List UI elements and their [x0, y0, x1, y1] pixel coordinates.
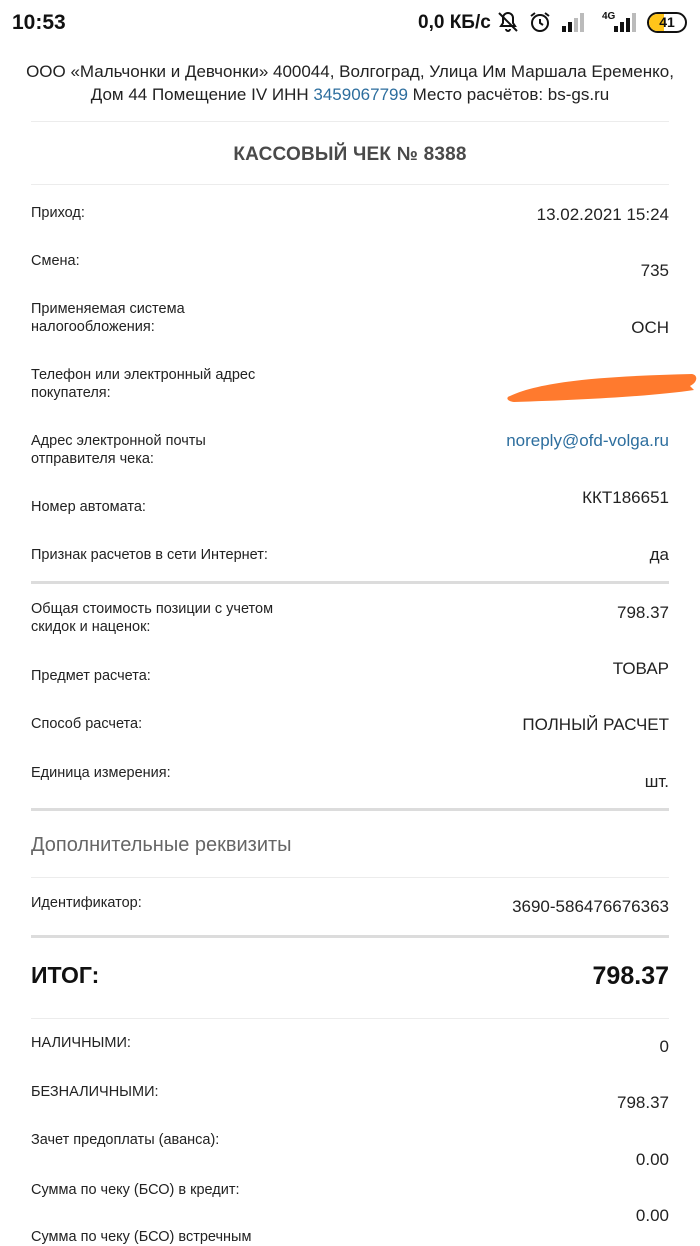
detail-value-shift: 735: [640, 261, 669, 280]
divider: [31, 935, 669, 938]
total-value: 798.37: [592, 962, 669, 990]
battery-icon: 41: [647, 12, 687, 33]
divider: [31, 1018, 669, 1019]
item-value-method: ПОЛНЫЙ РАСЧЕТ: [522, 715, 669, 734]
battery-level: 41: [659, 14, 675, 30]
inn-link[interactable]: 3459067799: [313, 85, 408, 104]
detail-label-kkt-number: Номер автомата:: [31, 499, 146, 515]
detail-label-internet: Признак расчетов в сети Интернет:: [31, 547, 268, 563]
receipt-title: КАССОВЫЙ ЧЕК № 8388: [233, 144, 467, 165]
item-value-subject: ТОВАР: [612, 659, 669, 678]
payment-label-cashless: БЕЗНАЛИЧНЫМИ:: [31, 1084, 159, 1100]
payment-value-prepayment: 0.00: [635, 1150, 669, 1169]
status-bar: 10:53 0,0 КБ/с 4G 41: [0, 0, 700, 48]
status-time: 10:53: [12, 11, 66, 34]
identifier-label: Идентификатор:: [31, 895, 142, 911]
payment-label-credit: Сумма по чеку (БСО) в кредит:: [31, 1182, 240, 1198]
item-label-subject: Предмет расчета:: [31, 668, 151, 684]
detail-value-date: 13.02.2021 15:24: [536, 205, 669, 224]
payment-value-credit: 0.00: [635, 1206, 669, 1225]
detail-label-buyer-contact: Телефон или электронный адрес покупателя…: [31, 367, 256, 401]
place-of-settlement: Место расчётов: bs-gs.ru: [412, 85, 610, 104]
divider: [31, 121, 669, 122]
detail-label-shift: Смена:: [31, 253, 80, 269]
detail-value-internet: да: [649, 545, 669, 564]
item-label-method: Способ расчета:: [31, 716, 143, 732]
detail-label-sender-email: Адрес электронной почты отправителя чека…: [31, 433, 206, 467]
item-label-total-cost: Общая стоимость позиции с учетом скидок …: [31, 601, 274, 635]
divider: [31, 581, 669, 584]
additional-section-title: Дополнительные реквизиты: [31, 834, 292, 856]
payment-label-cash: НАЛИЧНЫМИ:: [31, 1035, 131, 1051]
item-value-total-cost: 798.37: [617, 603, 669, 622]
divider: [31, 808, 669, 811]
signal-icon: [562, 13, 584, 32]
detail-label-date: Приход:: [31, 205, 85, 221]
total-label: ИТОГ:: [31, 962, 100, 988]
detail-value-kkt-number: ККТ186651: [582, 488, 669, 507]
item-label-unit: Единица измерения:: [31, 765, 171, 781]
sender-email-link[interactable]: noreply@ofd-volga.ru: [506, 431, 669, 451]
identifier-value: 3690-586476676363: [512, 897, 669, 916]
merchant-header: ООО «Мальчонки и Девчонки» 400044, Волго…: [20, 60, 680, 106]
detail-label-tax-system: Применяемая система налогообложения:: [31, 301, 185, 335]
signal-icon: [614, 13, 636, 32]
alarm-icon: [530, 12, 550, 32]
network-speed: 0,0 КБ/с: [418, 12, 491, 33]
payment-label-counter: Сумма по чеку (БСО) встречным: [31, 1229, 252, 1245]
payment-value-cashless: 798.37: [617, 1093, 669, 1112]
redaction-mark: [507, 374, 697, 402]
payment-value-cash: 0: [659, 1037, 669, 1056]
mute-icon: [498, 11, 518, 32]
detail-value-tax-system: ОСН: [631, 318, 669, 337]
payment-label-prepayment: Зачет предоплаты (аванса):: [31, 1132, 220, 1148]
item-value-unit: шт.: [644, 772, 669, 791]
divider: [31, 877, 669, 878]
divider: [31, 184, 669, 185]
